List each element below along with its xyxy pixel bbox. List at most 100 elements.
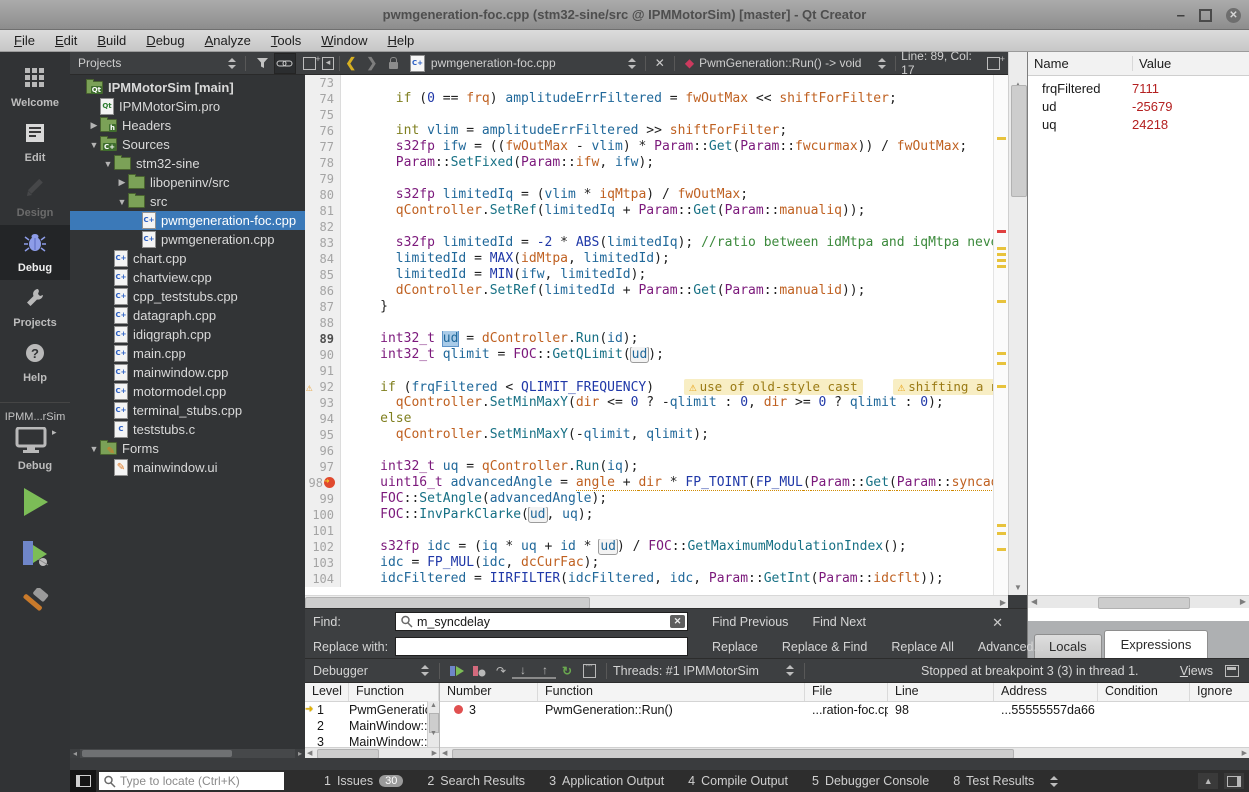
output-pane-arrows-icon[interactable]: [1050, 776, 1058, 787]
sidebar-item-help[interactable]: ?Help: [0, 335, 70, 390]
tree-item[interactable]: C+idiqgraph.cpp: [70, 325, 305, 344]
menu-edit[interactable]: Edit: [45, 31, 87, 50]
editor-vscrollbar[interactable]: ▲ ▼: [1008, 52, 1027, 595]
tree-item[interactable]: Cteststubs.c: [70, 420, 305, 439]
code-line[interactable]: 74 if (0 == frq) amplitudeErrFiltered = …: [305, 91, 993, 107]
tree-item[interactable]: ▼C+Sources: [70, 135, 305, 154]
code-line[interactable]: 91: [305, 363, 993, 379]
back-icon[interactable]: ❮: [345, 55, 356, 71]
tree-expander-icon[interactable]: ▼: [102, 159, 114, 169]
warning-mark[interactable]: [997, 362, 1006, 365]
code-line[interactable]: 86 dController.SetRef(limitedId + Param:…: [305, 283, 993, 299]
output-tab-search-results[interactable]: 2Search Results: [415, 774, 537, 788]
value-column-header[interactable]: Value: [1133, 56, 1171, 71]
code-line[interactable]: 101: [305, 523, 993, 539]
warning-mark[interactable]: [997, 524, 1006, 527]
code-line[interactable]: 100 FOC::InvParkClarke(ud, uq);: [305, 507, 993, 523]
code-line[interactable]: 104 idcFiltered = IIRFILTER(idcFiltered,…: [305, 571, 993, 587]
output-tab-issues[interactable]: 1Issues30: [312, 774, 415, 788]
find-previous-button[interactable]: Find Previous: [712, 615, 788, 629]
minimize-icon[interactable]: –: [1177, 7, 1185, 24]
views-menu[interactable]: Views: [1180, 664, 1239, 678]
warning-mark[interactable]: [997, 137, 1006, 140]
warning-mark[interactable]: [997, 265, 1006, 268]
advanced-button[interactable]: Advanced...: [978, 640, 1044, 654]
code-line[interactable]: 102 s32fp idc = (iq * uq + id * ud) / FO…: [305, 539, 993, 555]
stack-vscrollbar[interactable]: ▲▼: [427, 701, 439, 749]
projects-tree-hscrollbar[interactable]: ◂▸: [70, 749, 305, 758]
scroll-down-icon[interactable]: ▼: [1009, 583, 1027, 592]
scroll-right-icon[interactable]: ▶: [1240, 597, 1246, 606]
continue-icon[interactable]: [446, 661, 468, 681]
code-line[interactable]: 89 int32_t ud = dController.Run(id);: [305, 331, 993, 347]
stack-frame-row[interactable]: 2MainWindow::: [305, 718, 439, 734]
sidebar-item-debug[interactable]: Debug: [0, 225, 70, 280]
code-line[interactable]: 97 int32_t uq = qController.Run(iq);: [305, 459, 993, 475]
maximize-output-icon[interactable]: ▲: [1198, 773, 1218, 789]
stack-hscrollbar[interactable]: ◀▶: [305, 747, 439, 758]
toggle-left-sidebar-icon[interactable]: [70, 770, 96, 792]
breakpoints-header-function[interactable]: Function: [538, 683, 805, 701]
close-document-icon[interactable]: ✕: [655, 56, 665, 70]
tree-item[interactable]: C+pwmgeneration.cpp: [70, 230, 305, 249]
menu-file[interactable]: File: [4, 31, 45, 50]
code-line[interactable]: 94 else: [305, 411, 993, 427]
menu-window[interactable]: Window: [311, 31, 377, 50]
close-pane-icon[interactable]: ◂: [322, 57, 335, 70]
tree-item[interactable]: C+motormodel.cpp: [70, 382, 305, 401]
tree-item[interactable]: ▼✎Forms: [70, 439, 305, 458]
code-line[interactable]: 85 limitedId = MIN(ifw, limitedId);: [305, 267, 993, 283]
code-line[interactable]: 87 }: [305, 299, 993, 315]
code-line[interactable]: 75: [305, 107, 993, 123]
tree-item[interactable]: C+chartview.cpp: [70, 268, 305, 287]
tree-item[interactable]: QtIPMMotorSim.pro: [70, 97, 305, 116]
find-next-button[interactable]: Find Next: [812, 615, 866, 629]
scroll-left-icon[interactable]: ◀: [1031, 597, 1037, 606]
tree-expander-icon[interactable]: ▶: [116, 177, 128, 188]
threads-selector[interactable]: Threads: #1 IPMMotorSim: [613, 664, 798, 678]
warning-mark[interactable]: [997, 532, 1006, 535]
code-line[interactable]: 78 Param::SetFixed(Param::ifw, ifw);: [305, 155, 993, 171]
tree-item[interactable]: ▼src: [70, 192, 305, 211]
build-button[interactable]: [0, 588, 70, 627]
replace-button[interactable]: Replace: [712, 640, 758, 654]
warning-mark[interactable]: [997, 259, 1006, 262]
sidebar-item-projects[interactable]: Projects: [0, 280, 70, 335]
filter-icon[interactable]: [252, 54, 272, 73]
menu-debug[interactable]: Debug: [136, 31, 194, 50]
split-pane-icon[interactable]: [303, 57, 316, 70]
code-line[interactable]: 88: [305, 315, 993, 331]
tree-item[interactable]: C+datagraph.cpp: [70, 306, 305, 325]
code-line[interactable]: 98 uint16_t advancedAngle = angle + dir …: [305, 475, 993, 491]
sidebar-item-edit[interactable]: Edit: [0, 115, 70, 170]
code-line[interactable]: 79: [305, 171, 993, 187]
sidebar-pane-selector[interactable]: Projects: [70, 56, 240, 70]
interrupt-icon[interactable]: [468, 661, 490, 681]
code-editor[interactable]: 7374 if (0 == frq) amplitudeErrFiltered …: [305, 75, 993, 595]
code-line[interactable]: 77 s32fp ifw = ((fwOutMax - vlim) * Para…: [305, 139, 993, 155]
debug-log-icon[interactable]: ---: [578, 661, 600, 681]
tree-expander-icon[interactable]: ▶: [88, 120, 100, 131]
code-line[interactable]: 99 FOC::SetAngle(advancedAngle);: [305, 491, 993, 507]
breakpoints-header-ignore[interactable]: Ignore: [1190, 683, 1245, 701]
stack-frame-row[interactable]: 1➜PwmGeneratio: [305, 702, 439, 718]
breakpoint-row[interactable]: 3PwmGeneration::Run()...ration-foc.cpp98…: [440, 702, 1249, 718]
run-button[interactable]: [0, 486, 70, 523]
menu-analyze[interactable]: Analyze: [195, 31, 261, 50]
variable-row[interactable]: frqFiltered7111: [1028, 79, 1249, 97]
maximize-icon[interactable]: [1199, 9, 1212, 22]
breakpoints-hscrollbar[interactable]: ◀▶: [440, 747, 1249, 758]
symbol-dropdown-icon[interactable]: [878, 58, 886, 69]
open-document-selector[interactable]: pwmgeneration-foc.cpp: [431, 56, 618, 70]
locator-input[interactable]: Type to locate (Ctrl+K): [99, 772, 284, 790]
expressions-hscrollbar[interactable]: ◀ ▶: [1028, 595, 1249, 608]
code-line[interactable]: 73: [305, 75, 993, 91]
replace-and-find-button[interactable]: Replace & Find: [782, 640, 867, 654]
stack-function-header[interactable]: Function: [349, 683, 439, 701]
symbol-selector[interactable]: PwmGeneration::Run() -> void: [699, 56, 874, 70]
clear-find-icon[interactable]: ✕: [670, 615, 685, 628]
code-line[interactable]: 93 qController.SetMinMaxY(dir <= 0 ? -ql…: [305, 395, 993, 411]
forward-icon[interactable]: ❯: [366, 55, 377, 71]
breakpoints-header-address[interactable]: Address: [994, 683, 1098, 701]
tree-item[interactable]: ✎mainwindow.ui: [70, 458, 305, 477]
